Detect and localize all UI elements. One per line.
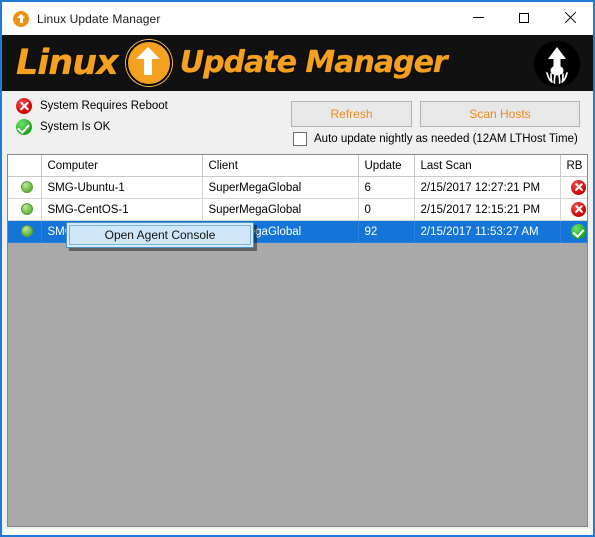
row-update-cell: 92 [358, 220, 415, 243]
row-computer-cell: SMG-CentOS-1 [41, 198, 203, 221]
status-label-ok: System Is OK [40, 121, 111, 133]
row-rb-cell [560, 176, 587, 199]
row-last-scan-cell: 2/15/2017 12:15:21 PM [414, 198, 561, 221]
window-title: Linux Update Manager [37, 11, 161, 26]
table-row[interactable]: SMG-Ubuntu-1 SuperMegaGlobal 6 2/15/2017… [8, 176, 587, 199]
row-client-cell: SuperMegaGlobal [202, 198, 359, 221]
window-controls [455, 2, 593, 33]
column-header-computer[interactable]: Computer [41, 155, 203, 177]
row-rb-cell [560, 220, 587, 243]
window-bottom-strip [4, 529, 591, 535]
green-dot-icon [21, 203, 34, 216]
banner-up-arrow-icon [125, 40, 172, 86]
status-item-ok: System Is OK [16, 119, 110, 135]
column-header-client[interactable]: Client [202, 155, 359, 177]
app-icon [13, 10, 29, 27]
hosts-grid[interactable]: Computer Client Update Last Scan RB SMG-… [7, 154, 588, 527]
row-last-scan-cell: 2/15/2017 11:53:27 AM [414, 220, 561, 243]
context-menu-item-open-agent-console[interactable]: Open Agent Console [69, 225, 251, 245]
banner-word-update-manager: Update Manager [179, 45, 448, 80]
context-menu-item-label: Open Agent Console [104, 228, 216, 242]
app-banner: Linux Update Manager [2, 35, 593, 91]
row-status-cell [8, 176, 42, 199]
close-button[interactable] [547, 2, 593, 33]
red-x-icon [571, 202, 586, 217]
row-computer-cell: SMG-Ubuntu-1 [41, 176, 203, 199]
minimize-icon [472, 17, 484, 18]
row-client-cell: SuperMegaGlobal [202, 176, 359, 199]
maximize-button[interactable] [501, 2, 547, 33]
column-header-status[interactable] [8, 155, 42, 177]
squid-logo-icon [534, 41, 580, 87]
green-check-badge-icon [16, 119, 32, 135]
row-last-scan-cell: 2/15/2017 12:27:21 PM [414, 176, 561, 199]
table-header-row: Computer Client Update Last Scan RB [8, 155, 587, 177]
red-x-icon [571, 180, 586, 195]
scan-hosts-button[interactable]: Scan Hosts [420, 101, 580, 127]
green-dot-icon [21, 225, 34, 238]
row-update-cell: 6 [358, 176, 415, 199]
column-header-last-scan[interactable]: Last Scan [414, 155, 561, 177]
row-rb-cell [560, 198, 587, 221]
auto-update-checkbox[interactable] [293, 132, 307, 146]
auto-update-checkbox-row[interactable]: Auto update nightly as needed (12AM LTHo… [293, 132, 578, 146]
column-header-update[interactable]: Update [358, 155, 415, 177]
minimize-button[interactable] [455, 2, 501, 33]
maximize-icon [519, 12, 529, 23]
green-check-icon [571, 224, 586, 239]
row-status-cell [8, 198, 42, 221]
row-update-cell: 0 [358, 198, 415, 221]
column-header-rb[interactable]: RB [560, 155, 587, 177]
table-row[interactable]: SMG-CentOS-1 SuperMegaGlobal 0 2/15/2017… [8, 198, 587, 221]
red-x-badge-icon [16, 98, 32, 114]
refresh-button[interactable]: Refresh [291, 101, 412, 127]
application-window: Linux Update Manager Linux Update Manage… [0, 0, 595, 537]
row-status-cell [8, 220, 42, 243]
context-menu[interactable]: Open Agent Console [66, 222, 254, 248]
green-dot-icon [21, 181, 34, 194]
status-label-reboot: System Requires Reboot [40, 100, 168, 112]
status-item-reboot: System Requires Reboot [16, 98, 168, 114]
auto-update-label: Auto update nightly as needed (12AM LTHo… [314, 133, 578, 145]
banner-word-linux: Linux [15, 42, 119, 83]
banner-title-group: Linux Update Manager [15, 35, 448, 91]
title-bar: Linux Update Manager [2, 2, 593, 35]
close-icon [564, 12, 576, 24]
